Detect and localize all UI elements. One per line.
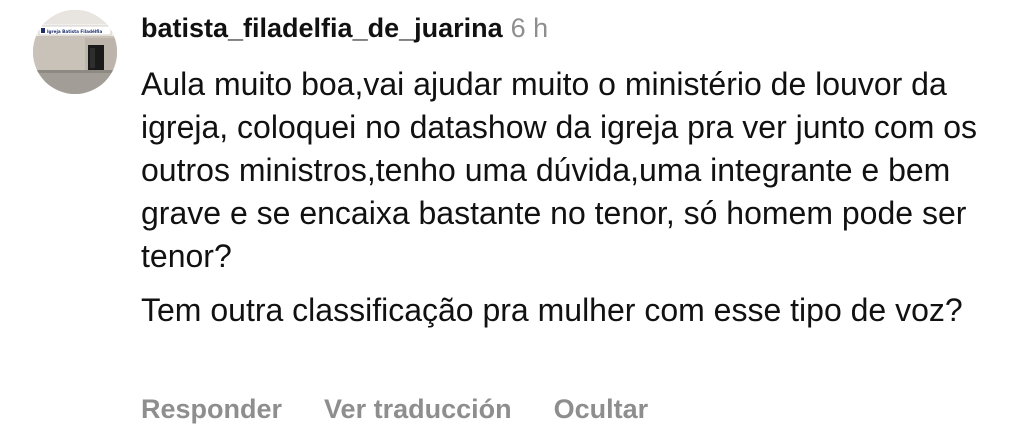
comment-item: Igreja Batista Filadélfia batista_filade… <box>0 0 1024 439</box>
avatar[interactable]: Igreja Batista Filadélfia <box>33 10 117 94</box>
timestamp: 6 h <box>510 13 549 43</box>
comment-header: batista_filadelfia_de_juarina 6 h <box>141 8 1001 48</box>
hide-button[interactable]: Ocultar <box>554 390 649 428</box>
church-building-avatar-icon: Igreja Batista Filadélfia <box>33 10 117 94</box>
translate-button[interactable]: Ver traducción <box>324 390 512 428</box>
comment-paragraph-2: Tem outra classificação pra mulher com e… <box>141 292 963 328</box>
comment-actions: Responder Ver traducción Ocultar <box>141 390 690 428</box>
reply-button[interactable]: Responder <box>141 390 282 428</box>
svg-text:Igreja Batista Filadélfia: Igreja Batista Filadélfia <box>47 29 102 34</box>
comment-content: batista_filadelfia_de_juarina 6 h Aula mu… <box>141 8 1001 332</box>
comment-paragraph-1: Aula muito boa,vai ajudar muito o minist… <box>141 66 978 274</box>
comment-text: Aula muito boa,vai ajudar muito o minist… <box>141 63 1001 332</box>
username-link[interactable]: batista_filadelfia_de_juarina <box>141 13 503 43</box>
